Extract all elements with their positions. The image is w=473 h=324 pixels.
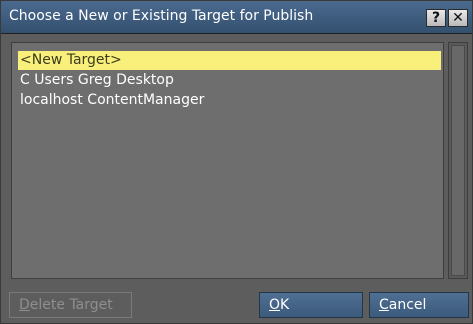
scrollbar-thumb[interactable] [451, 45, 465, 276]
list-item-label: <New Target> [20, 52, 122, 68]
dialog-title: Choose a New or Existing Target for Publ… [9, 8, 314, 24]
cancel-button[interactable]: Cancel [369, 292, 469, 318]
list-item-label: C Users Greg Desktop [20, 72, 174, 88]
title-bar[interactable]: Choose a New or Existing Target for Publ… [1, 1, 472, 34]
delete-target-button: Delete Target [9, 292, 132, 318]
target-list[interactable]: <New Target> C Users Greg Desktop localh… [11, 42, 444, 279]
help-button[interactable]: ? [426, 9, 446, 27]
ok-button[interactable]: OK [259, 292, 363, 318]
publish-target-dialog: Choose a New or Existing Target for Publ… [0, 0, 473, 324]
list-item-content-manager[interactable]: localhost ContentManager [18, 91, 441, 110]
delete-mnemonic: D [19, 297, 30, 313]
cancel-mnemonic: C [379, 297, 389, 313]
list-item-label: localhost ContentManager [20, 92, 205, 108]
cancel-label: ancel [388, 297, 427, 313]
list-item-desktop[interactable]: C Users Greg Desktop [18, 71, 441, 90]
list-scrollbar[interactable] [448, 42, 468, 279]
close-icon: ✕ [452, 10, 464, 26]
list-item-new-target[interactable]: <New Target> [18, 51, 441, 70]
ok-mnemonic: O [269, 297, 281, 313]
help-icon: ? [431, 10, 441, 26]
delete-label: elete Target [29, 297, 113, 313]
close-button[interactable]: ✕ [448, 9, 468, 27]
ok-label: K [280, 297, 290, 313]
